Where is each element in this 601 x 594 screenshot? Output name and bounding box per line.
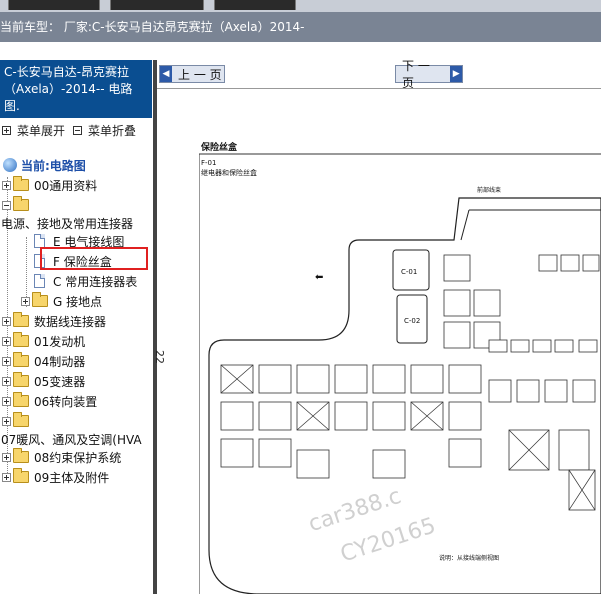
folder-open-icon: [13, 196, 29, 211]
relay-grid: [220, 254, 600, 511]
tree-item-06[interactable]: 06转向装置: [2, 391, 97, 411]
tree-item-09[interactable]: 09主体及附件: [2, 467, 109, 487]
folder-icon: [13, 312, 29, 327]
tree-item-label: 电源、接地及常用连接器: [1, 216, 134, 231]
tree-item-07[interactable]: 07暖风、通风及空调(HVA: [1, 429, 142, 449]
tree-item-label: 08约束保护系统: [34, 450, 122, 465]
tree-item-00[interactable]: 00通用资料: [2, 175, 97, 195]
tree-item-label: 07暖风、通风及空调(HVA: [1, 432, 142, 447]
prev-page-button[interactable]: ◀ 上 一 页: [159, 65, 225, 83]
expand-all-button[interactable]: 菜单展开: [2, 122, 65, 139]
tree-item-01[interactable]: 01发动机: [2, 331, 85, 351]
current-section-label: 当前:电路图: [21, 158, 86, 173]
manual-title: C-长安马自达-昂克赛拉（Axela）-2014-- 电路图.: [0, 60, 152, 118]
front-harness-label: 前部线束: [477, 186, 501, 194]
page-divider: [157, 88, 601, 89]
tree-item-label: 05变速器: [34, 374, 86, 389]
tree-item-data[interactable]: 数据线连接器: [2, 311, 106, 331]
tree-item-08[interactable]: 08约束保护系统: [2, 447, 121, 467]
expand-icon: [2, 125, 11, 135]
tree-item-open[interactable]: [2, 195, 34, 215]
prev-page-label: 上 一 页: [178, 67, 222, 82]
tree-item-05[interactable]: 05变速器: [2, 371, 85, 391]
folder-icon: [13, 352, 29, 367]
document-icon: [34, 234, 45, 248]
spacer: [0, 42, 601, 60]
expand-toggle-icon[interactable]: [2, 180, 11, 190]
expand-toggle-icon[interactable]: [2, 316, 11, 326]
expand-all-label: 菜单展开: [17, 123, 66, 138]
tree-item-c[interactable]: C 常用连接器表: [34, 271, 137, 291]
folder-icon: [13, 176, 29, 191]
navigation-pane: C-长安马自达-昂克赛拉（Axela）-2014-- 电路图. 菜单展开 菜单折…: [0, 60, 153, 594]
arrow-icon: ⬅: [315, 272, 323, 283]
expand-toggle-icon[interactable]: [2, 396, 11, 406]
expand-toggle-icon[interactable]: [2, 452, 11, 462]
expand-toggle-icon[interactable]: [2, 416, 11, 426]
collapse-all-button[interactable]: 菜单折叠: [73, 122, 136, 139]
menu-controls: 菜单展开 菜单折叠: [0, 120, 152, 140]
tree-item-label: 06转向装置: [34, 394, 98, 409]
current-vehicle-bar: 当前车型： 厂家:C-长安马自达昂克赛拉（Axela）2014-: [0, 12, 601, 42]
folder-icon: [13, 392, 29, 407]
arrow-right-icon: ▶: [450, 66, 462, 82]
folder-icon: [13, 412, 29, 427]
folder-icon: [13, 372, 29, 387]
tree-item-blank[interactable]: [2, 411, 34, 431]
tree-item-04[interactable]: 04制动器: [2, 351, 85, 371]
toolbar-button-1[interactable]: [8, 0, 100, 10]
expand-toggle-icon[interactable]: [2, 356, 11, 366]
document-viewer: ◀ 上 一 页 下 一 页 ▶ 22 保险丝盒 F-01 继电器和保险丝盒 前部…: [153, 59, 601, 594]
next-page-label: 下 一 页: [402, 59, 430, 90]
globe-icon: [3, 158, 17, 172]
tree-item-label: 09主体及附件: [34, 470, 110, 485]
diagram-title: 保险丝盒: [200, 141, 238, 153]
tree-root[interactable]: 当前:电路图: [3, 155, 86, 175]
folder-icon: [13, 468, 29, 483]
tree-item-label: 01发动机: [34, 334, 86, 349]
toolbar-button-3[interactable]: [214, 0, 296, 10]
expand-toggle-icon[interactable]: [2, 336, 11, 346]
tree-item-label: 04制动器: [34, 354, 86, 369]
tree-item-g[interactable]: G 接地点: [21, 291, 102, 311]
relay-c01-label: C-01: [401, 268, 417, 276]
relay-c02-label: C-02: [404, 317, 420, 325]
diagram-code: F-01: [201, 159, 216, 167]
toolbar-button-2[interactable]: [110, 0, 204, 10]
document-icon: [34, 274, 45, 288]
diagram-note: 说明：从接线端侧视图: [439, 554, 499, 562]
folder-icon: [32, 292, 48, 307]
collapse-icon: [73, 125, 83, 135]
tree-item-label: 数据线连接器: [34, 314, 107, 329]
tree-item-label: G 接地点: [53, 294, 103, 309]
collapse-all-label: 菜单折叠: [88, 123, 137, 138]
top-toolbar: [0, 0, 601, 12]
next-page-button[interactable]: 下 一 页 ▶: [395, 59, 463, 90]
folder-icon: [13, 332, 29, 347]
arrow-left-icon: ◀: [160, 66, 172, 82]
tree-item-label: 00通用资料: [34, 178, 98, 193]
selection-highlight: [40, 247, 148, 270]
tree-item-label: C 常用连接器表: [53, 274, 138, 289]
tree-item-power[interactable]: 电源、接地及常用连接器: [1, 213, 133, 233]
page-number: 22: [153, 350, 166, 364]
expand-toggle-icon[interactable]: [21, 296, 30, 306]
diagram-subtitle: 继电器和保险丝盒: [201, 168, 257, 177]
expand-toggle-icon[interactable]: [2, 472, 11, 482]
expand-toggle-icon[interactable]: [2, 376, 11, 386]
folder-icon: [13, 448, 29, 463]
collapse-toggle-icon[interactable]: [2, 200, 11, 210]
